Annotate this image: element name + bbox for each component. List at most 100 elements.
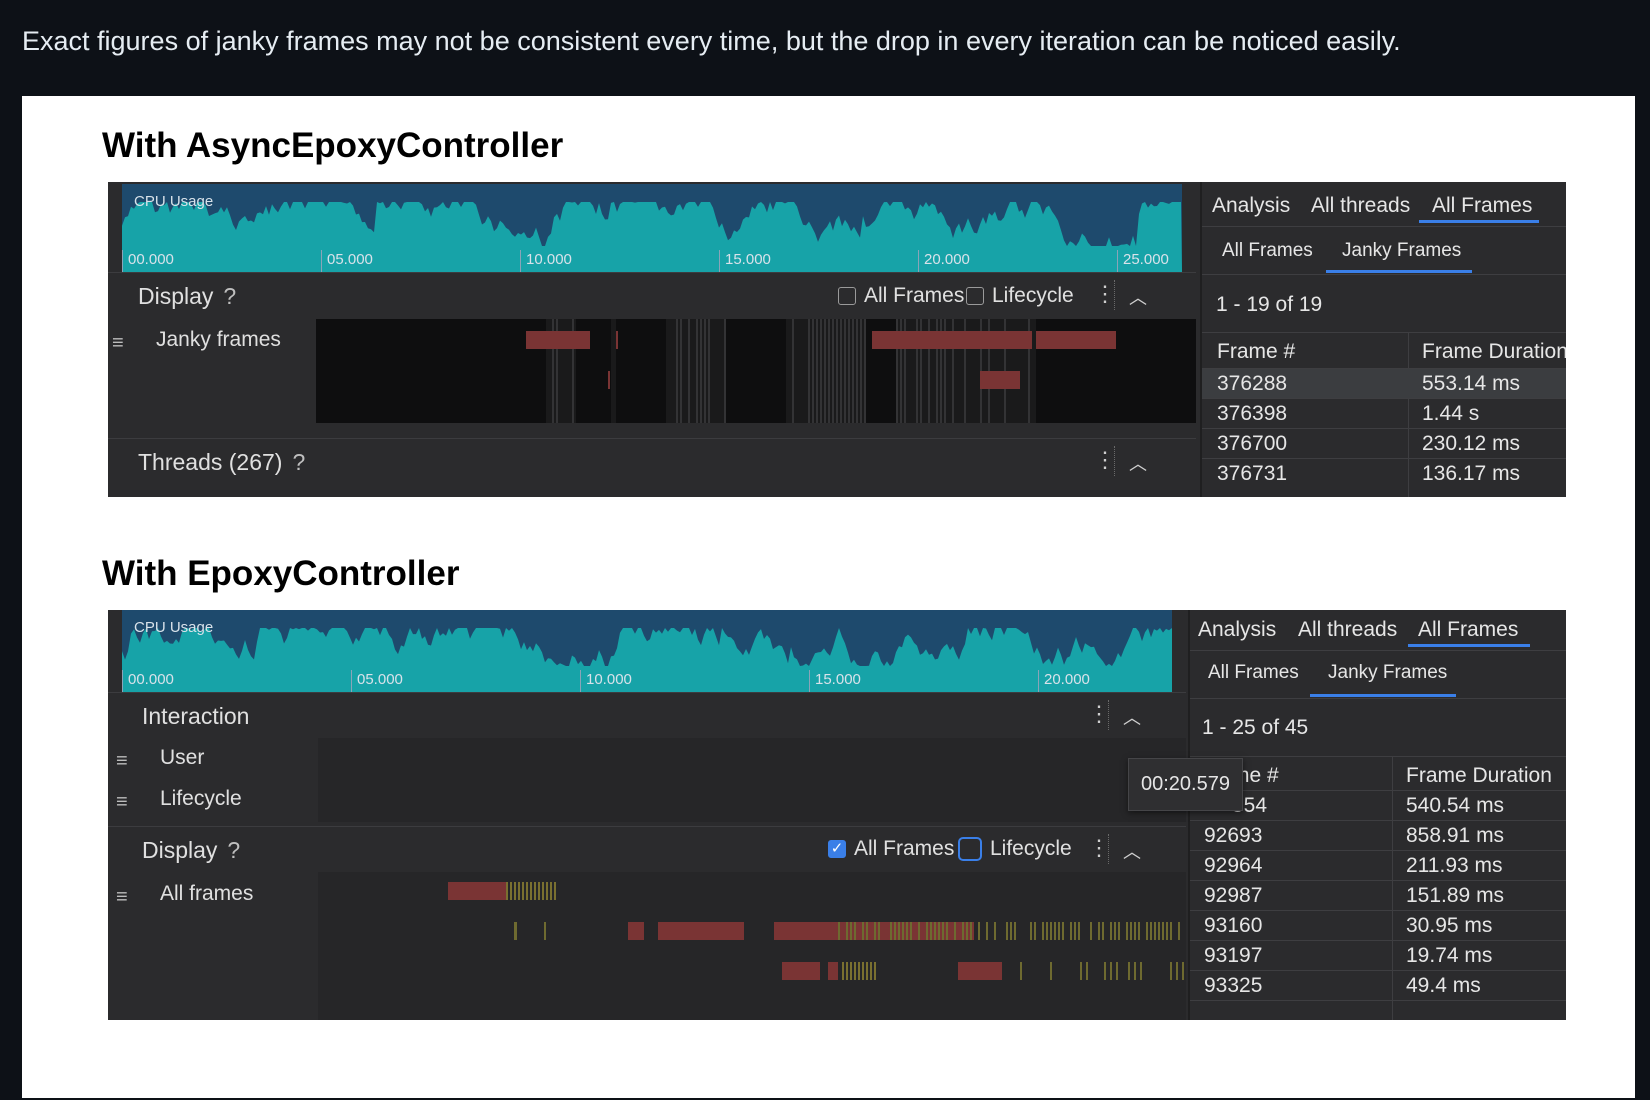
frame-tick[interactable] [1050, 922, 1052, 940]
frame-tick[interactable] [854, 962, 856, 980]
frame-tick[interactable] [1102, 922, 1104, 940]
frame-number-cell[interactable]: 93325 [1204, 974, 1262, 998]
frame-number-cell[interactable]: 376288 [1217, 372, 1287, 396]
frame-block[interactable] [386, 319, 546, 423]
frame-tick[interactable] [696, 319, 698, 423]
frame-tick[interactable] [526, 882, 528, 900]
frame-tick[interactable] [1090, 922, 1092, 940]
frame-tick[interactable] [1058, 922, 1060, 940]
frame-tick[interactable] [962, 922, 964, 940]
subtab-all-frames[interactable]: All Frames [1208, 662, 1299, 684]
frame-duration-cell[interactable]: 151.89 ms [1406, 884, 1504, 908]
frame-tick[interactable] [954, 922, 956, 940]
frame-tick[interactable] [970, 922, 972, 940]
frame-tick[interactable] [1046, 922, 1048, 940]
janky-frame-bar[interactable] [448, 882, 506, 900]
frame-tick[interactable] [846, 922, 848, 940]
collapse-caret-icon[interactable]: ︿ [1129, 450, 1147, 476]
frame-tick[interactable] [676, 319, 678, 423]
frame-tick[interactable] [926, 922, 928, 940]
frame-tick[interactable] [1154, 922, 1156, 940]
frame-tick[interactable] [846, 962, 848, 980]
frame-tick[interactable] [1086, 962, 1088, 980]
cpu-usage-chart[interactable]: CPU Usage 00.000 05.000 10.000 15.000 20… [122, 184, 1182, 272]
frame-block[interactable] [616, 319, 666, 423]
collapse-caret-icon[interactable]: ︿ [1123, 838, 1141, 864]
lifecycle-checkbox[interactable] [958, 837, 982, 861]
frame-number-cell[interactable]: 376398 [1217, 402, 1287, 426]
frame-tick[interactable] [1074, 922, 1076, 940]
frame-tick[interactable] [808, 319, 810, 423]
tab-all-threads[interactable]: All threads [1311, 194, 1410, 218]
collapse-caret-icon[interactable]: ︿ [1123, 704, 1141, 730]
help-icon[interactable]: ? [227, 837, 240, 863]
frame-tick[interactable] [1170, 962, 1172, 980]
frame-tick[interactable] [842, 962, 844, 980]
frame-tick[interactable] [848, 319, 850, 423]
frame-tick[interactable] [1110, 922, 1112, 940]
frame-tick[interactable] [1170, 922, 1172, 940]
frame-tick[interactable] [866, 962, 868, 980]
frame-tick[interactable] [870, 962, 872, 980]
frame-duration-cell[interactable]: 553.14 ms [1422, 372, 1520, 396]
frame-tick[interactable] [938, 922, 940, 940]
janky-frame-bar[interactable] [828, 962, 838, 980]
frame-tick[interactable] [514, 922, 517, 940]
frame-tick[interactable] [1134, 922, 1136, 940]
frame-tick[interactable] [902, 922, 904, 940]
frame-tick[interactable] [554, 882, 556, 900]
janky-frame-bar[interactable] [980, 371, 1020, 389]
all-frames-checkbox[interactable]: ✓ [828, 840, 846, 858]
frame-tick[interactable] [978, 922, 980, 940]
frame-block[interactable] [726, 319, 786, 423]
more-options-icon[interactable]: ⋮ [1094, 281, 1116, 307]
janky-frame-bar[interactable] [774, 922, 914, 940]
frame-tick[interactable] [942, 922, 944, 940]
subtab-janky-frames[interactable]: Janky Frames [1342, 240, 1461, 262]
janky-frame-bar[interactable] [872, 331, 1032, 349]
janky-frame-bar[interactable] [958, 962, 1002, 980]
frame-tick[interactable] [934, 922, 936, 940]
frame-tick[interactable] [874, 962, 876, 980]
frame-tick[interactable] [530, 882, 532, 900]
frame-tick[interactable] [534, 882, 536, 900]
frame-tick[interactable] [506, 882, 508, 900]
frame-tick[interactable] [544, 922, 546, 940]
frame-tick[interactable] [836, 319, 838, 423]
frame-tick[interactable] [688, 319, 690, 423]
frame-tick[interactable] [792, 319, 794, 423]
janky-frames-track[interactable] [316, 319, 1196, 423]
frame-tick[interactable] [680, 319, 682, 423]
frame-tick[interactable] [1130, 922, 1132, 940]
frame-tick[interactable] [1126, 922, 1128, 940]
frame-tick[interactable] [1070, 922, 1072, 940]
frame-tick[interactable] [850, 962, 852, 980]
frame-tick[interactable] [866, 922, 868, 940]
column-header-frame[interactable]: Frame # [1217, 340, 1295, 364]
frame-duration-cell[interactable]: 211.93 ms [1406, 854, 1503, 878]
frame-tick[interactable] [1098, 922, 1100, 940]
frame-tick[interactable] [820, 319, 822, 423]
frame-tick[interactable] [832, 319, 834, 423]
frame-tick[interactable] [890, 922, 892, 940]
tab-analysis[interactable]: Analysis [1212, 194, 1290, 218]
more-options-icon[interactable]: ⋮ [1094, 447, 1116, 473]
frame-tick[interactable] [700, 319, 702, 423]
frame-number-cell[interactable]: 93160 [1204, 914, 1262, 938]
frame-tick[interactable] [514, 882, 516, 900]
frame-tick[interactable] [840, 319, 842, 423]
frame-tick[interactable] [522, 882, 524, 900]
frame-tick[interactable] [898, 922, 900, 940]
frame-duration-cell[interactable]: 19.74 ms [1406, 944, 1492, 968]
frame-tick[interactable] [510, 882, 512, 900]
frame-tick[interactable] [1014, 922, 1016, 940]
janky-frame-bar[interactable] [616, 331, 618, 349]
frame-tick[interactable] [816, 319, 818, 423]
frame-tick[interactable] [1062, 922, 1064, 940]
frame-tick[interactable] [874, 922, 876, 940]
frame-tick[interactable] [542, 882, 544, 900]
frame-block[interactable] [316, 319, 386, 423]
frame-tick[interactable] [1006, 922, 1008, 940]
interaction-track[interactable] [318, 738, 1186, 822]
frame-tick[interactable] [994, 922, 996, 940]
